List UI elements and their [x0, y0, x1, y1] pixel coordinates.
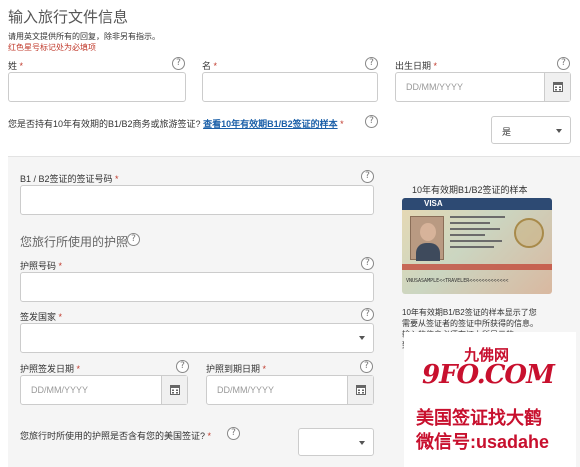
- passport-heading-help-icon[interactable]: ?: [127, 233, 140, 246]
- visa-holder-selected: 是: [502, 127, 512, 137]
- issue-date-calendar-button[interactable]: [161, 376, 187, 404]
- dob-input[interactable]: DD/MM/YYYY: [395, 72, 571, 102]
- visa-text-lines: [450, 216, 510, 252]
- chevron-down-icon: [359, 441, 365, 445]
- passport-number-input[interactable]: [20, 272, 374, 302]
- passport-number-help-icon[interactable]: ?: [361, 257, 374, 270]
- passport-number-label: 护照号码 *: [20, 261, 63, 271]
- calendar-icon: [356, 385, 366, 395]
- visa-label: VISA: [424, 199, 443, 208]
- calendar-icon: [170, 385, 180, 395]
- dob-help-icon[interactable]: ?: [557, 57, 570, 70]
- visa-question-text: 您是否持有10年有效期的B1/B2商务或旅游签证?: [8, 119, 201, 129]
- watermark-overlay: 九佛网 9FO.COM 美国签证找大鹤 微信号:usadahe: [404, 332, 576, 467]
- sample-title: 10年有效期B1/B2签证的样本: [412, 185, 528, 195]
- sample-visa-image: VISA VNUSASAMPLE<<TRAVELER<<<<<<<<<<<<<: [402, 198, 552, 294]
- contains-visa-question: 您旅行时所使用的护照是否含有您的美国签证? *: [20, 431, 212, 441]
- given-name-help-icon[interactable]: ?: [365, 57, 378, 70]
- contains-visa-help-icon[interactable]: ?: [227, 427, 240, 440]
- chevron-down-icon: [359, 336, 365, 340]
- visa-question: 您是否持有10年有效期的B1/B2商务或旅游签证? 查看10年有效期B1/B2签…: [8, 119, 344, 129]
- visa-photo: [410, 216, 444, 261]
- dob-calendar-button[interactable]: [544, 73, 570, 101]
- issuing-country-select[interactable]: [20, 323, 374, 353]
- issuing-country-label: 签发国家 *: [20, 312, 63, 322]
- expiry-date-placeholder: DD/MM/YYYY: [217, 385, 275, 395]
- given-name-input[interactable]: [202, 72, 378, 102]
- contains-visa-select[interactable]: [298, 428, 374, 456]
- surname-label: 姓 *: [8, 61, 24, 71]
- surname-help-icon[interactable]: ?: [172, 57, 185, 70]
- calendar-icon: [553, 82, 563, 92]
- dob-placeholder: DD/MM/YYYY: [406, 82, 464, 92]
- visa-number-input[interactable]: [20, 185, 374, 215]
- expiry-date-input[interactable]: DD/MM/YYYY: [206, 375, 374, 405]
- visa-red-stripe: [402, 264, 552, 270]
- required-note: 红色星号标记处为必填项: [8, 43, 96, 52]
- expiry-date-help-icon[interactable]: ?: [360, 360, 373, 373]
- visa-mrz: VNUSASAMPLE<<TRAVELER<<<<<<<<<<<<<: [406, 278, 509, 284]
- watermark-line2: 微信号:usadahe: [416, 432, 550, 452]
- visa-number-help-icon[interactable]: ?: [361, 170, 374, 183]
- page-title: 输入旅行文件信息: [8, 9, 129, 26]
- instructions-text: 请用英文提供所有的回复，除非另有指示。: [8, 32, 160, 41]
- issue-date-label: 护照签发日期 *: [20, 364, 81, 374]
- watermark-site-en: 9FO.COM: [422, 360, 555, 390]
- issue-date-input[interactable]: DD/MM/YYYY: [20, 375, 188, 405]
- chevron-down-icon: [556, 129, 562, 133]
- visa-number-label: B1 / B2签证的签证号码 *: [20, 174, 119, 184]
- watermark-line1: 美国签证找大鹤: [416, 408, 542, 428]
- issuing-country-help-icon[interactable]: ?: [361, 308, 374, 321]
- given-name-label: 名 *: [202, 61, 218, 71]
- issue-date-help-icon[interactable]: ?: [176, 360, 189, 373]
- dob-label: 出生日期 *: [395, 61, 438, 71]
- issue-date-placeholder: DD/MM/YYYY: [31, 385, 89, 395]
- visa-sample-link[interactable]: 查看10年有效期B1/B2签证的样本: [203, 119, 338, 129]
- expiry-date-calendar-button[interactable]: [347, 376, 373, 404]
- visa-seal: [514, 218, 544, 248]
- visa-question-help-icon[interactable]: ?: [365, 115, 378, 128]
- visa-holder-select[interactable]: 是: [491, 116, 571, 144]
- expiry-date-label: 护照到期日期 *: [206, 364, 267, 374]
- surname-input[interactable]: [8, 72, 186, 102]
- passport-section-heading: 您旅行所使用的护照: [20, 235, 129, 249]
